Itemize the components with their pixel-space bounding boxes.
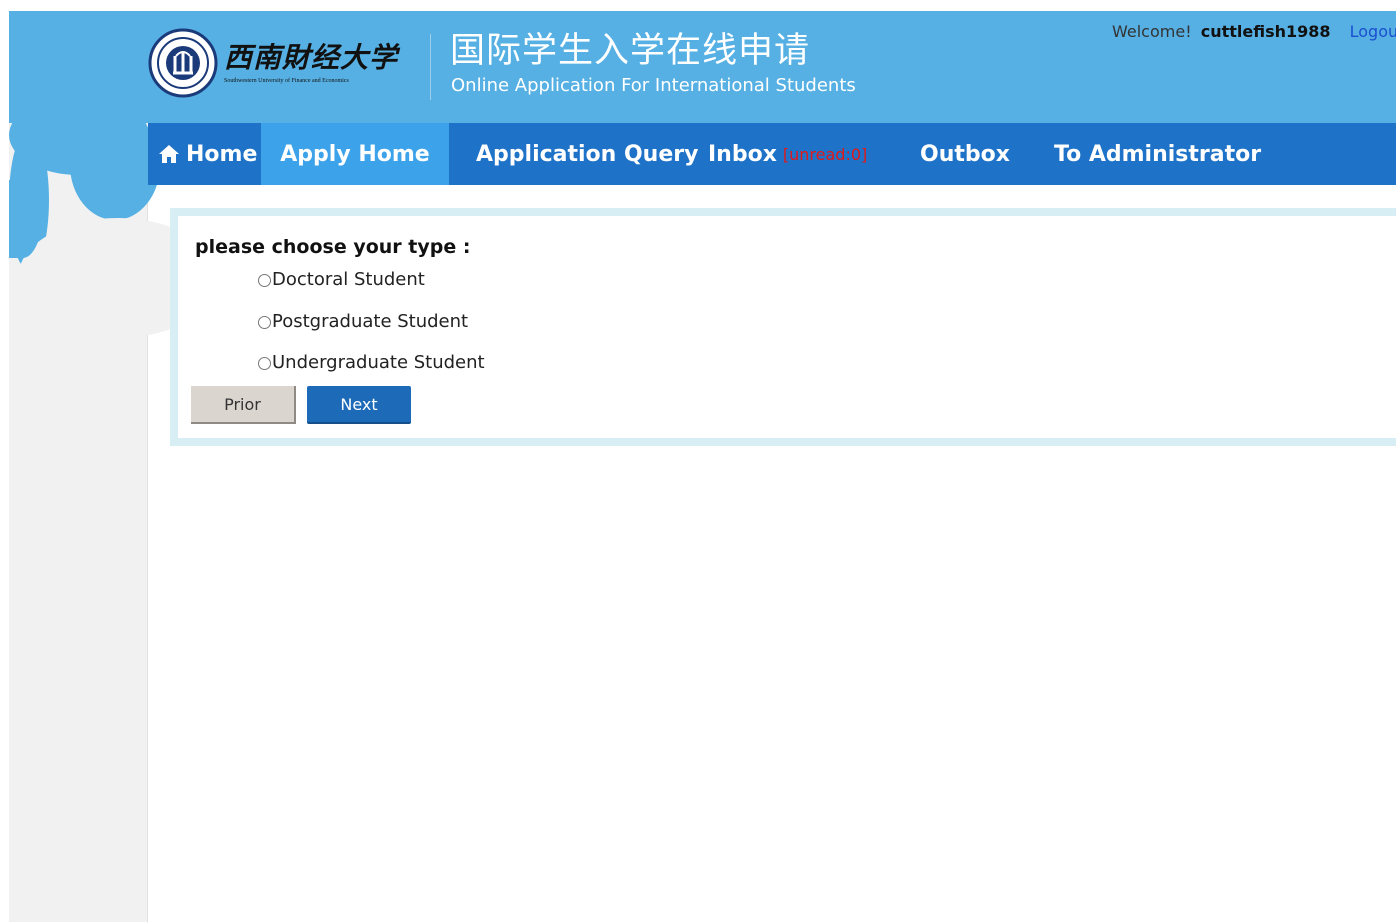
option-doctoral-label: Doctoral Student bbox=[272, 269, 425, 290]
username: cuttlefish1988 bbox=[1200, 22, 1331, 41]
option-undergraduate-label: Undergraduate Student bbox=[272, 352, 485, 373]
welcome-label: Welcome! bbox=[1112, 22, 1192, 41]
logout-link[interactable]: Logout bbox=[1350, 22, 1396, 41]
main-nav: Home Apply Home Application Query Inbox … bbox=[148, 123, 1396, 185]
cloud-decoration bbox=[70, 110, 160, 220]
nav-application-query[interactable]: Application Query bbox=[449, 123, 708, 185]
radio-postgraduate[interactable] bbox=[258, 315, 271, 329]
site-title-chinese: 国际学生入学在线申请 bbox=[450, 31, 811, 71]
next-button[interactable]: Next bbox=[307, 386, 411, 424]
welcome-bar: Welcome! cuttlefish1988 Logout bbox=[1112, 22, 1396, 42]
nav-apply-home[interactable]: Apply Home bbox=[261, 123, 449, 185]
option-postgraduate-label: Postgraduate Student bbox=[272, 311, 469, 332]
radio-undergraduate[interactable] bbox=[258, 356, 271, 370]
site-title-english: Online Application For International Stu… bbox=[451, 75, 856, 96]
option-postgraduate[interactable]: Postgraduate Student bbox=[258, 311, 468, 333]
page: 西南財经大学 Southwestern University of Financ… bbox=[0, 0, 1396, 922]
nav-application-query-label: Application Query bbox=[476, 141, 699, 167]
option-undergraduate[interactable]: Undergraduate Student bbox=[258, 352, 485, 374]
logo-chinese-name: 西南財经大学 bbox=[224, 41, 399, 74]
type-prompt: please choose your type : bbox=[195, 236, 471, 258]
unread-count-badge: [unread:0] bbox=[782, 144, 868, 164]
university-seal-icon bbox=[148, 28, 218, 98]
nav-to-administrator[interactable]: To Administrator bbox=[1054, 123, 1261, 185]
nav-inbox-label: Inbox bbox=[708, 141, 777, 167]
nav-inbox[interactable]: Inbox [unread:0] bbox=[708, 123, 920, 185]
home-icon bbox=[159, 145, 179, 163]
nav-apply-home-label: Apply Home bbox=[280, 141, 430, 167]
logo-english-name: Southwestern University of Finance and E… bbox=[224, 78, 349, 84]
prior-button[interactable]: Prior bbox=[191, 386, 296, 424]
university-logo[interactable]: 西南財经大学 Southwestern University of Financ… bbox=[148, 28, 398, 98]
nav-outbox[interactable]: Outbox bbox=[920, 123, 1054, 185]
nav-home-label: Home bbox=[186, 141, 258, 167]
radio-doctoral[interactable] bbox=[258, 273, 271, 287]
nav-outbox-label: Outbox bbox=[920, 141, 1010, 167]
option-doctoral[interactable]: Doctoral Student bbox=[258, 269, 425, 291]
nav-to-administrator-label: To Administrator bbox=[1054, 141, 1262, 167]
header-divider bbox=[430, 34, 431, 100]
nav-home[interactable]: Home bbox=[148, 123, 261, 185]
